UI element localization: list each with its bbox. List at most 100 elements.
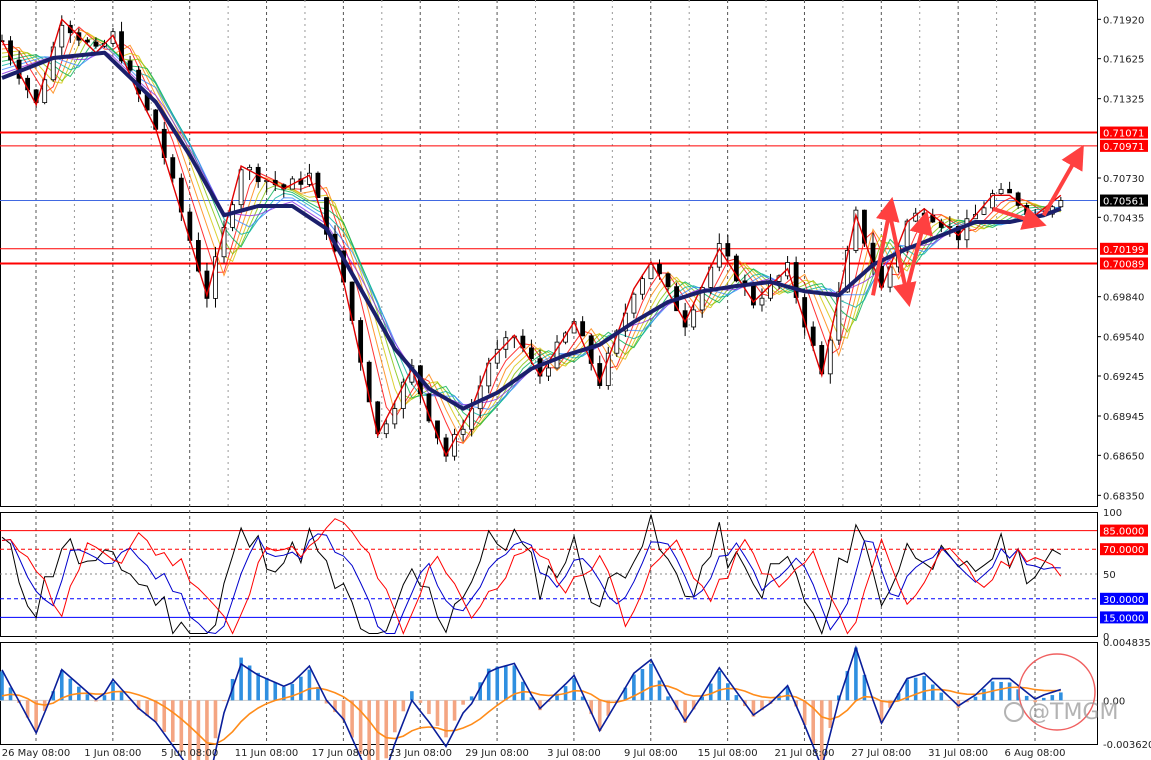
macd-histogram-bar: [504, 666, 508, 701]
macd-histogram-bar: [299, 676, 303, 701]
time-tick-label: 31 Jul 08:00: [928, 748, 988, 759]
candle-body: [657, 263, 662, 275]
stochastic-tick-label: 100: [1103, 508, 1122, 519]
macd-histogram-bar: [273, 682, 278, 701]
price-tick-label: 0.70435: [1103, 213, 1144, 224]
stochastic-level-tag-text: 15.0000: [1103, 613, 1144, 624]
candle-body: [529, 347, 534, 360]
candle-body: [1007, 188, 1013, 194]
time-tick-label: 15 Jul 08:00: [698, 748, 758, 759]
macd-histogram-bar: [350, 700, 354, 738]
macd-histogram-bar: [170, 700, 175, 742]
macd-histogram-bar: [153, 700, 158, 722]
price-tick-label: 0.71920: [1103, 15, 1144, 26]
candle-body: [759, 297, 765, 306]
level-price-tag-text: 0.71071: [1103, 129, 1144, 140]
candle-body: [648, 263, 654, 280]
candle-body: [631, 293, 637, 314]
price-tick-label: 0.70730: [1103, 174, 1144, 185]
macd-histogram-bar: [657, 680, 662, 701]
macd-histogram-bar: [948, 700, 952, 701]
candle-body: [392, 408, 398, 425]
price-tick-label: 0.68350: [1103, 491, 1144, 502]
macd-histogram-bar: [930, 684, 935, 701]
price-tick-label: 0.68650: [1103, 451, 1144, 462]
macd-histogram-bar: [734, 695, 739, 701]
time-tick-label: 27 Jul 08:00: [851, 748, 911, 759]
macd-histogram-bar: [939, 692, 944, 701]
macd-histogram-bar: [68, 678, 73, 701]
candle-body: [580, 321, 586, 337]
time-tick-label: 17 Jun 08:00: [312, 748, 376, 759]
macd-histogram-bar: [828, 700, 833, 728]
stochastic-level-tag-text: 85.0000: [1103, 527, 1144, 538]
candle-body: [230, 204, 235, 228]
candle-body: [93, 41, 99, 47]
candle-body: [665, 273, 671, 288]
time-tick-label: 3 Jul 08:00: [547, 748, 601, 759]
stochastic-level-tag-text: 30.0000: [1103, 595, 1144, 606]
macd-histogram-bar: [461, 700, 465, 705]
candle-body: [59, 24, 65, 48]
macd-histogram-bar: [307, 669, 312, 701]
stochastic-tick-label: 50: [1103, 570, 1116, 581]
candle-body: [127, 60, 133, 71]
watermark: @TMGM: [1004, 700, 1118, 725]
macd-histogram-bar: [999, 681, 1003, 701]
candle-body: [238, 169, 244, 206]
candle-body: [921, 212, 927, 216]
level-price-tag-text: 0.70561: [1103, 197, 1144, 208]
macd-histogram-bar: [649, 663, 653, 701]
macd-histogram-bar: [427, 700, 431, 715]
watermark-text: @TMGM: [1028, 700, 1119, 725]
macd-histogram-bar: [401, 700, 406, 712]
candle-body: [460, 428, 466, 435]
macd-histogram-bar: [717, 670, 722, 701]
macd-histogram-bar: [290, 683, 295, 701]
stochastic-level-tag-text: 70.0000: [1103, 545, 1144, 556]
watermark-logo-icon: [1004, 702, 1024, 722]
macd-tick-label: -0.0036204: [1103, 740, 1151, 751]
candle-body: [315, 172, 321, 198]
macd-histogram-bar: [640, 669, 645, 701]
macd-histogram-bar: [913, 677, 918, 701]
macd-histogram-bar: [1007, 682, 1012, 701]
candle-body: [170, 157, 176, 179]
candle-body: [1058, 200, 1064, 208]
macd-histogram-bar: [982, 688, 986, 701]
time-tick-label: 1 Jun 08:00: [84, 748, 141, 759]
macd-histogram-bar: [264, 677, 269, 701]
macd-histogram-bar: [726, 683, 730, 701]
time-tick-label: 21 Jul 08:00: [774, 748, 834, 759]
macd-histogram-bar: [922, 675, 927, 701]
macd-histogram-bar: [444, 700, 448, 738]
time-tick-label: 6 Aug 08:00: [1004, 748, 1065, 759]
price-tick-label: 0.68945: [1103, 412, 1144, 423]
candle-body: [640, 278, 645, 295]
time-tick-label: 26 May 08:00: [2, 748, 71, 759]
macd-histogram-bar: [213, 700, 218, 739]
time-tick-label: 11 Jun 08:00: [235, 748, 299, 759]
macd-histogram-bar: [179, 700, 184, 752]
macd-histogram-bar: [435, 700, 440, 726]
macd-histogram-bar: [410, 691, 414, 701]
macd-histogram-bar: [392, 700, 397, 733]
macd-histogram-bar: [85, 694, 90, 701]
macd-histogram-bar: [452, 700, 457, 721]
time-tick-label: 29 Jun 08:00: [465, 748, 529, 759]
macd-tick-label: 0.0048357: [1103, 638, 1151, 649]
candle-body: [691, 309, 697, 328]
macd-histogram-bar: [358, 700, 363, 755]
macd-histogram-bar: [222, 700, 226, 702]
macd-histogram-bar: [102, 695, 107, 701]
candle-body: [546, 367, 551, 377]
price-tick-label: 0.69840: [1103, 293, 1144, 304]
macd-histogram-bar: [666, 696, 670, 701]
level-price-tag-text: 0.70971: [1103, 142, 1144, 153]
macd-histogram-bar: [572, 678, 576, 701]
price-tick-label: 0.71325: [1103, 95, 1144, 106]
time-tick-label: 9 Jul 08:00: [624, 748, 678, 759]
forex-chart: 26 May 08:00 1 Jun 08:00 5 Jun 08:00 11 Jun…: [0, 0, 1151, 760]
price-tick-label: 0.69540: [1103, 333, 1144, 344]
level-price-tag-text: 0.70199: [1103, 245, 1144, 256]
